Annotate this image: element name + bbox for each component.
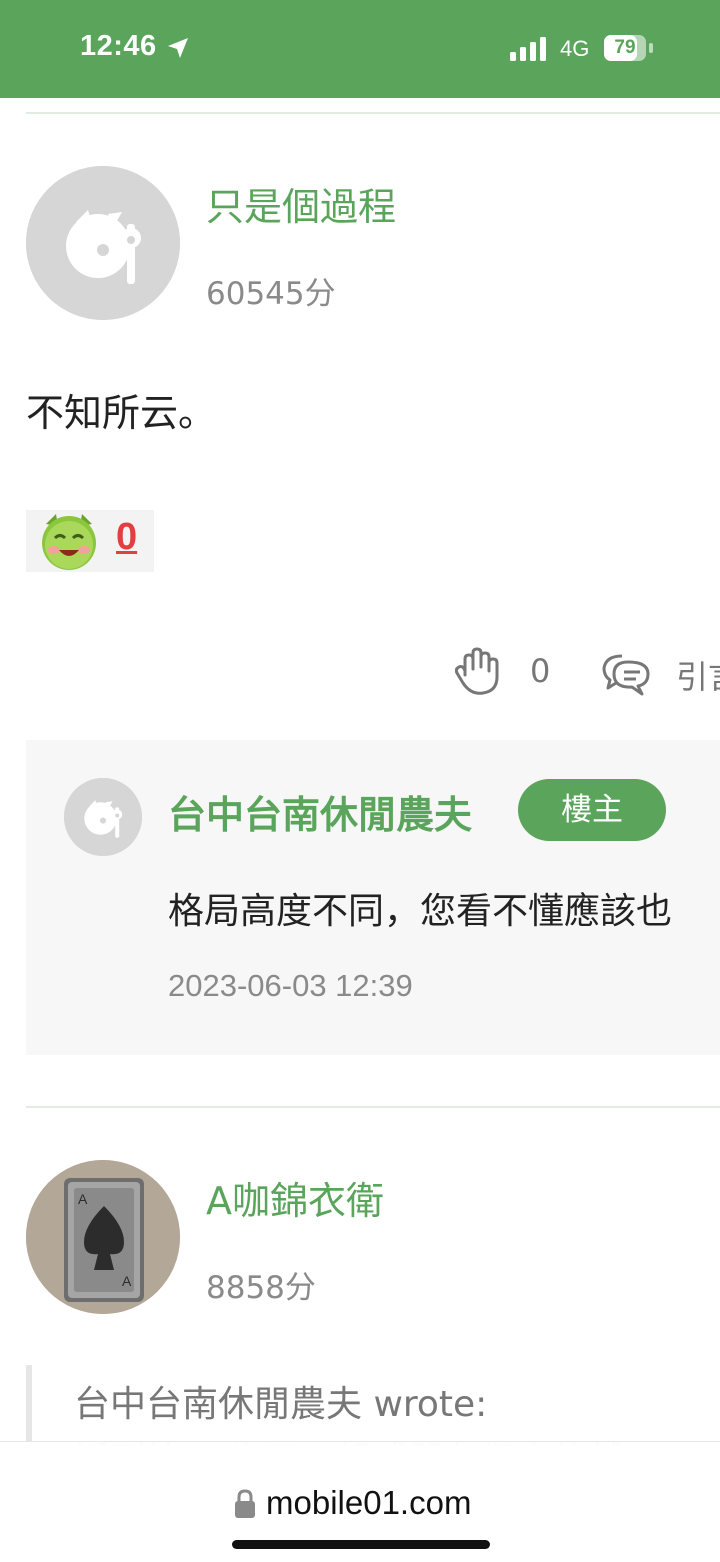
devil-smile-emoji-icon: [42, 514, 96, 570]
quote-author: 台中台南休閒農夫 wrote:: [74, 1384, 488, 1425]
post-author-score: 60545分: [206, 276, 336, 312]
svg-text:A: A: [122, 1273, 132, 1289]
emoji-reaction[interactable]: 0: [26, 510, 154, 572]
default-avatar-icon: [64, 778, 142, 856]
section-divider: [26, 112, 720, 114]
reply-author-name[interactable]: 台中台南休閒農夫: [168, 784, 472, 839]
quote-reply-icon[interactable]: [600, 650, 652, 696]
post-author-score: 8858分: [206, 1270, 316, 1306]
post-author-name[interactable]: A咖錦衣衛: [206, 1170, 384, 1225]
cellular-signal-icon: [510, 37, 546, 61]
reply-timestamp: 2023-06-03 12:39: [168, 968, 413, 1003]
post-content: 不知所云。: [26, 391, 217, 435]
original-poster-badge: 樓主: [518, 779, 666, 841]
network-type: 4G: [560, 36, 590, 61]
quoted-text-block: 台中台南休閒農夫 wrote: 活到快50歲了，親戚朋友卻真的越: [26, 1365, 720, 1445]
location-arrow-icon: [168, 38, 188, 58]
status-time: 12:46: [80, 30, 157, 62]
clap-icon[interactable]: [455, 645, 503, 697]
default-avatar-icon: [26, 166, 180, 320]
status-bar: 12:46 4G 79: [0, 0, 720, 98]
home-indicator[interactable]: [232, 1540, 490, 1549]
browser-address-bar[interactable]: mobile01.com: [0, 1441, 720, 1562]
lock-icon: [235, 1489, 255, 1518]
emoji-count: 0: [116, 516, 138, 558]
reply-comment: 台中台南休閒農夫 樓主 格局高度不同，您看不懂應該也 2023-06-03 12…: [26, 740, 720, 1055]
zippo-spade-lighter-avatar-icon: A A: [26, 1160, 180, 1314]
user-avatar[interactable]: [26, 166, 180, 320]
quote-button-label[interactable]: 引言: [676, 652, 720, 698]
reply-author-avatar[interactable]: [64, 778, 142, 856]
reply-text: 格局高度不同，您看不懂應該也: [168, 891, 673, 932]
url-text[interactable]: mobile01.com: [266, 1484, 471, 1522]
battery-level: 79: [614, 37, 636, 58]
post-author-name[interactable]: 只是個過程: [206, 176, 396, 231]
user-avatar[interactable]: A A: [26, 1160, 180, 1314]
clap-count: 0: [530, 652, 551, 690]
section-divider: [26, 1106, 720, 1108]
svg-text:A: A: [78, 1191, 88, 1207]
battery-indicator: 79: [604, 35, 654, 61]
